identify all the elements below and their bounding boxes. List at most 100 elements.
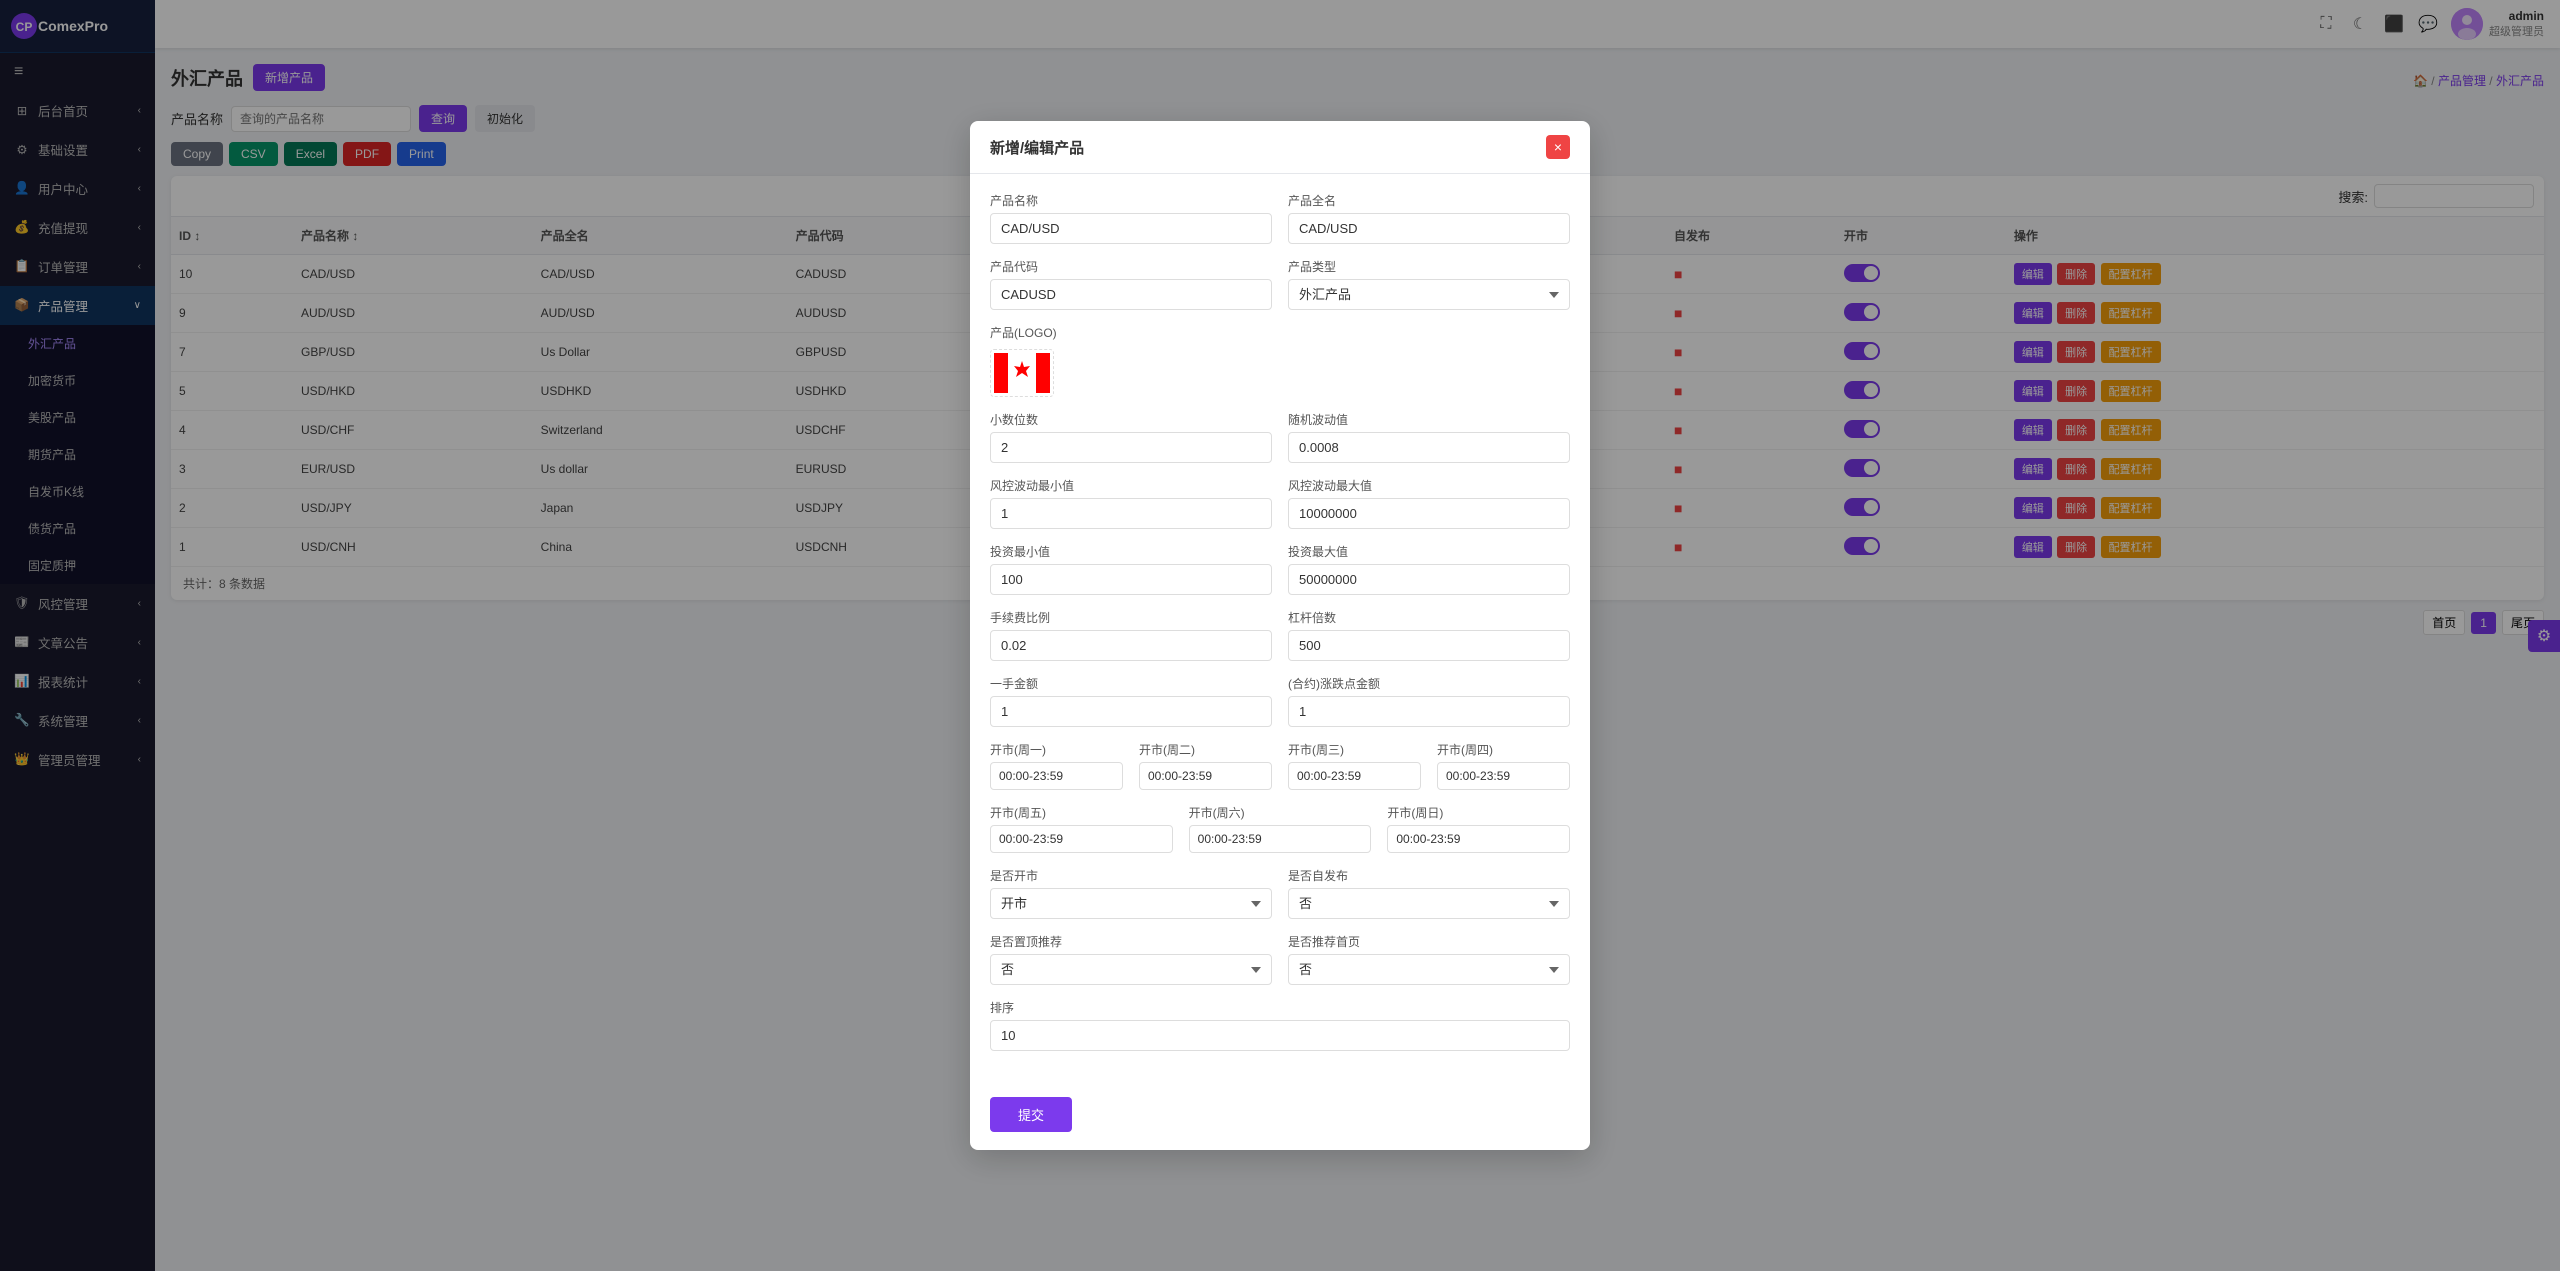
edit-product-modal: 新增/编辑产品 × 产品名称 产品全名 产品代码 [970,121,1590,1150]
form-row-decimal: 小数位数 随机波动值 [990,411,1570,463]
is-published-select[interactable]: 是 否 [1288,888,1570,919]
form-group-fee: 手续费比例 [990,609,1272,661]
form-group-open-wed: 开市(周三) [1288,741,1421,790]
form-group-open-fri: 开市(周五) [990,804,1173,853]
is-open-label: 是否开市 [990,867,1272,884]
form-group-contract: (合约)涨跌点金额 [1288,675,1570,727]
is-published-label: 是否自发布 [1288,867,1570,884]
open-tue-label: 开市(周二) [1139,741,1272,758]
invest-min-label: 投资最小值 [990,543,1272,560]
form-group-leverage: 杠杆倍数 [1288,609,1570,661]
form-group-is-featured: 是否置顶推荐 是 否 [990,933,1272,985]
modal-close-btn[interactable]: × [1546,135,1570,159]
open-sun-input[interactable] [1387,825,1570,853]
modal-footer: 提交 [970,1083,1590,1150]
form-row-1: 产品名称 产品全名 [990,192,1570,244]
random-fluctuation-input[interactable] [1288,432,1570,463]
invest-max-label: 投资最大值 [1288,543,1570,560]
form-row-invest: 投资最小值 投资最大值 [990,543,1570,595]
submit-button[interactable]: 提交 [990,1097,1072,1132]
decimal-label: 小数位数 [990,411,1272,428]
invest-max-input[interactable] [1288,564,1570,595]
open-wed-label: 开市(周三) [1288,741,1421,758]
contract-points-label: (合约)涨跌点金额 [1288,675,1570,692]
form-group-random: 随机波动值 [1288,411,1570,463]
open-mon-input[interactable] [990,762,1123,790]
risk-min-label: 风控波动最小值 [990,477,1272,494]
lot-amount-label: 一手金额 [990,675,1272,692]
form-row-open-1: 开市(周一) 开市(周二) 开市(周三) 开市(周四) [990,741,1570,790]
lot-amount-input[interactable] [990,696,1272,727]
decimal-input[interactable] [990,432,1272,463]
form-group-logo: 产品(LOGO) [990,324,1570,397]
open-fri-label: 开市(周五) [990,804,1173,821]
product-code-input[interactable] [990,279,1272,310]
logo-label: 产品(LOGO) [990,324,1570,341]
form-group-risk-max: 风控波动最大值 [1288,477,1570,529]
fee-ratio-label: 手续费比例 [990,609,1272,626]
open-mon-label: 开市(周一) [990,741,1123,758]
product-type-label: 产品类型 [1288,258,1570,275]
is-featured-label: 是否置顶推荐 [990,933,1272,950]
form-group-open-sun: 开市(周日) [1387,804,1570,853]
canada-flag-icon [994,353,1050,393]
risk-min-input[interactable] [990,498,1272,529]
form-group-risk-min: 风控波动最小值 [990,477,1272,529]
product-fullname-input[interactable] [1288,213,1570,244]
form-group-open-tue: 开市(周二) [1139,741,1272,790]
open-tue-input[interactable] [1139,762,1272,790]
modal-title: 新增/编辑产品 [990,137,1084,158]
form-row-featured: 是否置顶推荐 是 否 是否推荐首页 是 否 [990,933,1570,985]
form-group-sort: 排序 [990,999,1570,1051]
form-group-open-thu: 开市(周四) [1437,741,1570,790]
open-sun-label: 开市(周日) [1387,804,1570,821]
open-thu-label: 开市(周四) [1437,741,1570,758]
product-name-label: 产品名称 [990,192,1272,209]
open-sat-label: 开市(周六) [1189,804,1372,821]
form-group-open-sat: 开市(周六) [1189,804,1372,853]
fee-ratio-input[interactable] [990,630,1272,661]
sort-label: 排序 [990,999,1570,1016]
leverage-label: 杠杆倍数 [1288,609,1570,626]
is-featured-select[interactable]: 是 否 [990,954,1272,985]
open-sat-input[interactable] [1189,825,1372,853]
leverage-input[interactable] [1288,630,1570,661]
form-group-is-published: 是否自发布 是 否 [1288,867,1570,919]
product-name-input[interactable] [990,213,1272,244]
open-fri-input[interactable] [990,825,1173,853]
form-group-name: 产品名称 [990,192,1272,244]
modal-header: 新增/编辑产品 × [970,121,1590,174]
form-group-invest-max: 投资最大值 [1288,543,1570,595]
form-group-lot: 一手金额 [990,675,1272,727]
sort-input[interactable] [990,1020,1570,1051]
product-code-label: 产品代码 [990,258,1272,275]
form-row-2: 产品代码 产品类型 外汇产品 加密货币 美股产品 期货产品 [990,258,1570,310]
invest-min-input[interactable] [990,564,1272,595]
random-fluctuation-label: 随机波动值 [1288,411,1570,428]
product-type-select[interactable]: 外汇产品 加密货币 美股产品 期货产品 [1288,279,1570,310]
form-group-code: 产品代码 [990,258,1272,310]
contract-points-input[interactable] [1288,696,1570,727]
form-row-open-2: 开市(周五) 开市(周六) 开市(周日) [990,804,1570,853]
risk-max-input[interactable] [1288,498,1570,529]
form-group-fullname: 产品全名 [1288,192,1570,244]
is-homepage-select[interactable]: 是 否 [1288,954,1570,985]
form-row-status: 是否开市 开市 休市 是否自发布 是 否 [990,867,1570,919]
modal-overlay: 新增/编辑产品 × 产品名称 产品全名 产品代码 [0,0,2560,1271]
logo-preview[interactable] [990,349,1054,397]
form-group-open-mon: 开市(周一) [990,741,1123,790]
form-row-logo: 产品(LOGO) [990,324,1570,397]
product-fullname-label: 产品全名 [1288,192,1570,209]
form-row-fee: 手续费比例 杠杆倍数 [990,609,1570,661]
is-open-select[interactable]: 开市 休市 [990,888,1272,919]
open-thu-input[interactable] [1437,762,1570,790]
open-wed-input[interactable] [1288,762,1421,790]
form-row-lot: 一手金额 (合约)涨跌点金额 [990,675,1570,727]
form-row-risk: 风控波动最小值 风控波动最大值 [990,477,1570,529]
form-group-decimal: 小数位数 [990,411,1272,463]
is-homepage-label: 是否推荐首页 [1288,933,1570,950]
modal-body: 产品名称 产品全名 产品代码 产品类型 外汇产品 加密 [970,174,1590,1083]
form-group-type: 产品类型 外汇产品 加密货币 美股产品 期货产品 [1288,258,1570,310]
form-group-is-open: 是否开市 开市 休市 [990,867,1272,919]
form-group-invest-min: 投资最小值 [990,543,1272,595]
